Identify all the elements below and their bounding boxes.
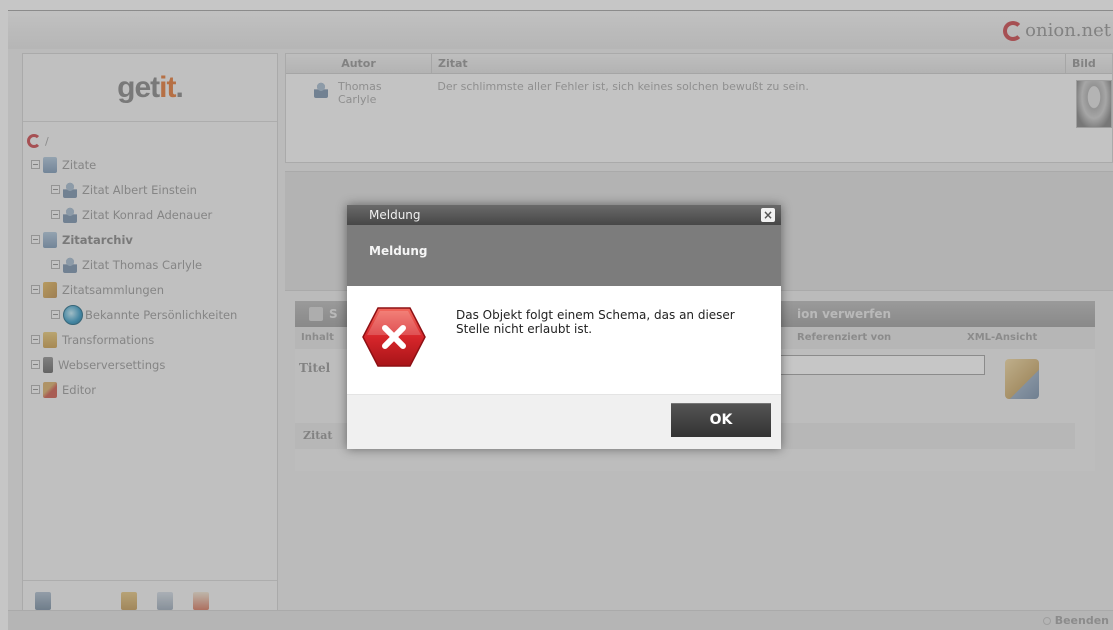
dialog-window-title: Meldung <box>369 208 421 222</box>
dialog-message: Das Objekt folgt einem Schema, das an di… <box>456 308 735 336</box>
ok-button[interactable]: OK <box>671 403 771 437</box>
dialog-header-title: Meldung <box>369 244 428 258</box>
dialog-header: Meldung <box>347 225 781 286</box>
dialog-footer: OK <box>347 394 781 449</box>
error-icon <box>362 307 426 367</box>
dialog-body: Das Objekt folgt einem Schema, das an di… <box>347 286 781 394</box>
dialog-titlebar[interactable]: Meldung × <box>347 205 781 225</box>
close-icon[interactable]: × <box>761 208 775 222</box>
message-dialog: Meldung × Meldung Das Objekt folgt einem… <box>347 205 781 449</box>
